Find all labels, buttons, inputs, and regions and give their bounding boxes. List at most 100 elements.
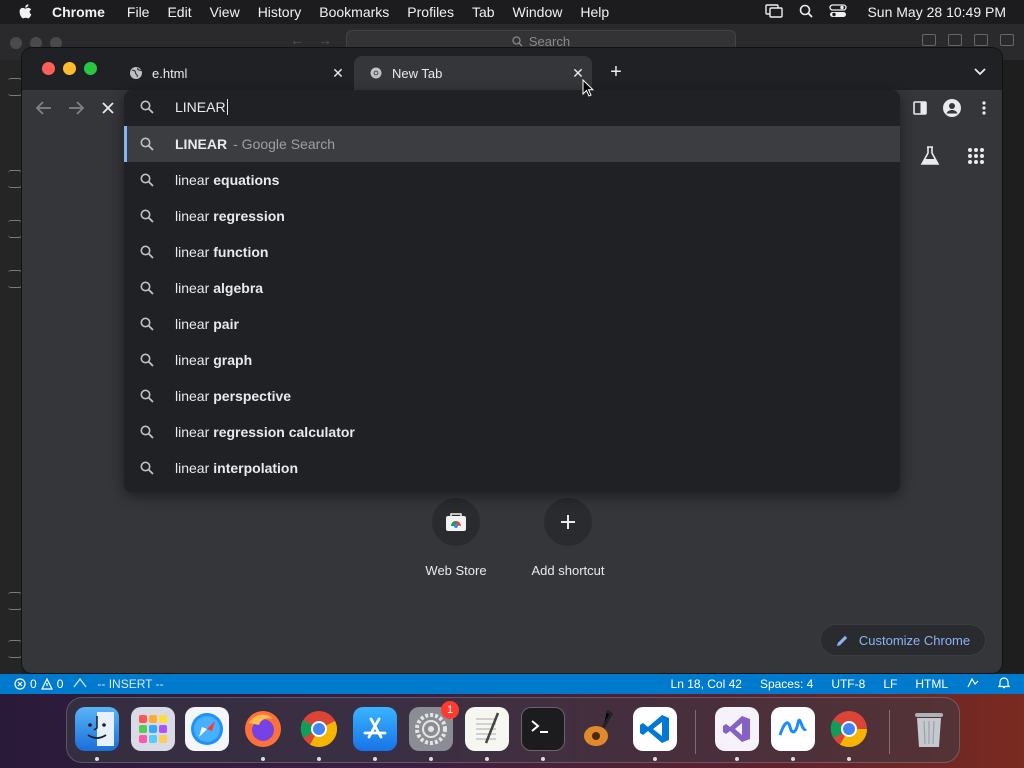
suggestion-suffix: interpolation [213, 460, 299, 476]
tab-new-tab[interactable]: New Tab ✕ [354, 56, 592, 90]
suggestion-item[interactable]: linear regression calculator [124, 414, 900, 450]
safari-icon[interactable] [185, 707, 229, 751]
globe-icon [128, 65, 144, 81]
menubar-clock[interactable]: Sun May 28 10:49 PM [867, 4, 1006, 20]
garageband-icon[interactable] [577, 707, 621, 751]
problems-indicator[interactable]: 0 0 [14, 677, 63, 691]
source-control-icon[interactable] [8, 170, 22, 188]
stop-loading-icon[interactable] [96, 96, 120, 120]
suggestion-item[interactable]: linear pair [124, 306, 900, 342]
search-icon [140, 317, 156, 331]
menu-profiles[interactable]: Profiles [407, 4, 454, 20]
firefox-icon[interactable] [241, 707, 285, 751]
menu-window[interactable]: Window [513, 4, 563, 20]
menu-history[interactable]: History [258, 4, 302, 20]
customize-chrome-button[interactable]: Customize Chrome [820, 624, 986, 656]
cursor-position[interactable]: Ln 18, Col 42 [671, 677, 742, 691]
suggestion-item[interactable]: linear equations [124, 162, 900, 198]
menu-help[interactable]: Help [580, 4, 609, 20]
chrome-icon[interactable] [827, 707, 871, 751]
labs-flask-icon[interactable] [918, 144, 942, 168]
omnibox-input[interactable]: LINEAR [124, 90, 900, 124]
encoding[interactable]: UTF-8 [831, 677, 865, 691]
google-apps-grid-icon[interactable] [964, 144, 988, 168]
new-tab-plus-icon[interactable]: + [606, 61, 626, 83]
spotlight-search-icon[interactable] [799, 4, 814, 21]
notifications-bell-icon[interactable] [997, 676, 1011, 692]
textedit-icon[interactable] [465, 707, 509, 751]
tab-e-html[interactable]: e.html ✕ [122, 56, 352, 90]
language-mode[interactable]: HTML [915, 677, 948, 691]
suggestion-main-text: LINEAR [175, 136, 228, 152]
suggestion-suffix: function [213, 244, 269, 260]
search-icon [140, 461, 156, 475]
tab-title: New Tab [392, 65, 443, 81]
manage-icon[interactable] [8, 640, 22, 658]
suggestion-item[interactable]: linear algebra [124, 270, 900, 306]
customize-chrome-label: Customize Chrome [858, 632, 971, 648]
chrome-icon[interactable] [297, 707, 341, 751]
launchpad-icon[interactable] [131, 707, 175, 751]
suggestion-prefix: linear [175, 244, 210, 260]
search-icon [140, 389, 156, 403]
accounts-icon[interactable] [8, 592, 22, 610]
vscode-icon[interactable] [633, 707, 677, 751]
extensions-icon[interactable] [8, 220, 22, 238]
panel-icon[interactable] [8, 270, 22, 288]
menu-file[interactable]: File [127, 4, 150, 20]
trash-icon[interactable] [907, 707, 951, 751]
suggestion-item[interactable]: linear graph [124, 342, 900, 378]
apple-menu-icon[interactable] [18, 3, 36, 21]
menu-edit[interactable]: Edit [167, 4, 191, 20]
dock-separator [889, 710, 890, 754]
shortcut-add[interactable]: Add shortcut [518, 498, 618, 578]
side-panel-icon[interactable] [908, 96, 932, 120]
tab-search-chevron-icon[interactable] [970, 62, 990, 82]
menu-tab[interactable]: Tab [472, 4, 495, 20]
back-arrow-icon[interactable] [32, 96, 56, 120]
explorer-icon[interactable] [8, 78, 22, 96]
search-icon [140, 137, 156, 151]
omnibox-dropdown: LINEAR LINEAR - Google Search linear equa… [124, 90, 900, 492]
control-center-icon[interactable] [829, 3, 848, 21]
suggestion-item[interactable]: linear perspective [124, 378, 900, 414]
background-layout-icons [922, 34, 1014, 46]
suggestion-list: LINEAR - Google Search linear equations l… [124, 126, 900, 486]
feedback-icon[interactable] [966, 677, 980, 692]
menu-app-name[interactable]: Chrome [52, 4, 105, 20]
close-tab-icon[interactable]: ✕ [330, 65, 346, 81]
profile-avatar-icon[interactable] [940, 96, 964, 120]
system-settings-icon[interactable]: 1 [409, 701, 459, 751]
suggestion-prefix: linear [175, 388, 210, 404]
minimize-window-button[interactable] [63, 62, 76, 75]
dock-separator [695, 710, 696, 754]
web-store-icon [432, 498, 480, 546]
screen-mirroring-icon[interactable] [765, 3, 784, 21]
remote-icon[interactable] [73, 677, 87, 692]
search-icon [140, 209, 156, 223]
suggestion-item[interactable]: linear interpolation [124, 450, 900, 486]
zoom-window-button[interactable] [84, 62, 97, 75]
suggestion-prefix: linear [175, 460, 210, 476]
forward-arrow-icon[interactable] [64, 96, 88, 120]
shortcut-web-store[interactable]: Web Store [406, 498, 506, 578]
notification-badge: 1 [441, 701, 459, 719]
finder-icon[interactable] [75, 707, 119, 751]
suggestion-google-search[interactable]: LINEAR - Google Search [124, 126, 900, 162]
chrome-favicon-icon [368, 65, 384, 81]
error-count: 0 [30, 677, 37, 691]
indentation[interactable]: Spaces: 4 [760, 677, 813, 691]
vscode-status-bar: 0 0 -- INSERT -- Ln 18, Col 42 Spaces: 4… [0, 674, 1024, 694]
suggestion-item[interactable]: linear function [124, 234, 900, 270]
freeform-icon[interactable] [771, 707, 815, 751]
terminal-icon[interactable] [521, 707, 565, 751]
app-store-icon[interactable] [353, 707, 397, 751]
vscode-editor-edge [1002, 60, 1024, 674]
suggestion-item[interactable]: linear regression [124, 198, 900, 234]
menu-bookmarks[interactable]: Bookmarks [319, 4, 389, 20]
visual-studio-icon[interactable] [715, 707, 759, 751]
menu-view[interactable]: View [210, 4, 240, 20]
close-window-button[interactable] [42, 62, 55, 75]
more-menu-icon[interactable] [972, 96, 996, 120]
end-of-line[interactable]: LF [883, 677, 897, 691]
